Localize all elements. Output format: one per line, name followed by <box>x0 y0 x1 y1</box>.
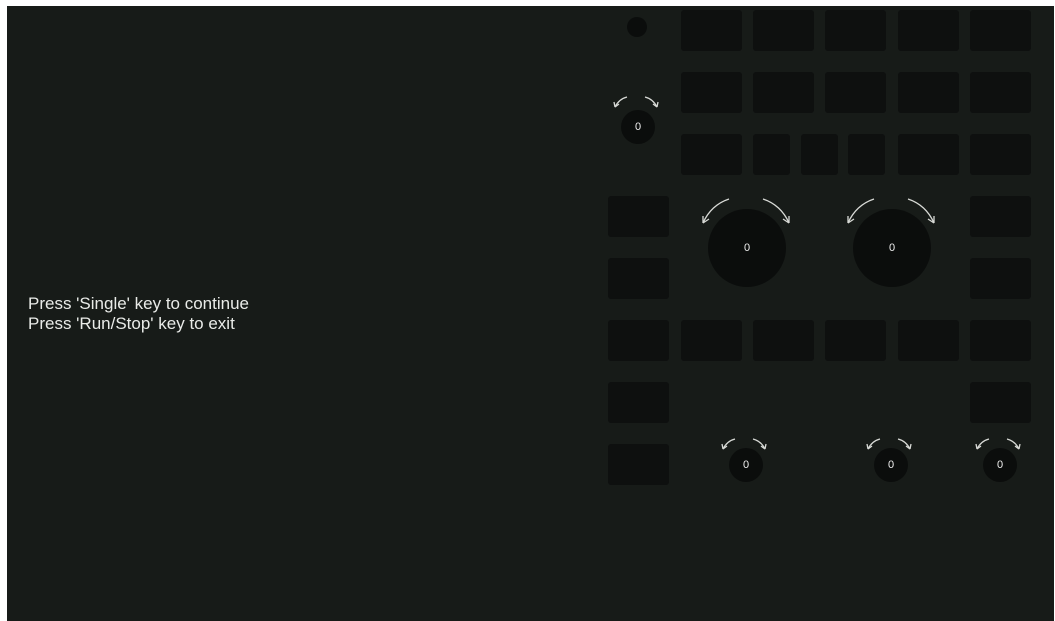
key-left-5[interactable] <box>608 444 669 485</box>
key-right-1[interactable] <box>970 196 1031 237</box>
key-r1-c5[interactable] <box>970 10 1031 51</box>
key-r1-c1[interactable] <box>681 10 742 51</box>
key-right-3[interactable] <box>970 320 1031 361</box>
key-r3-c1[interactable] <box>681 134 742 175</box>
key-left-4[interactable] <box>608 382 669 423</box>
instruction-exit: Press 'Run/Stop' key to exit <box>28 314 235 333</box>
key-r3-narrow-1[interactable] <box>753 134 790 175</box>
key-mid-2[interactable] <box>753 320 814 361</box>
key-mid-4[interactable] <box>898 320 959 361</box>
knob-large-right[interactable]: 0 <box>853 209 931 287</box>
key-right-2[interactable] <box>970 258 1031 299</box>
key-r2-c4[interactable] <box>898 72 959 113</box>
key-r2-c5[interactable] <box>970 72 1031 113</box>
knob-bottom-right[interactable]: 0 <box>983 448 1017 482</box>
key-r3-c5[interactable] <box>970 134 1031 175</box>
key-left-3[interactable] <box>608 320 669 361</box>
key-mid-1[interactable] <box>681 320 742 361</box>
key-r1-c4[interactable] <box>898 10 959 51</box>
key-mid-3[interactable] <box>825 320 886 361</box>
knob-top-small[interactable]: 0 <box>621 110 655 144</box>
screen: Press 'Single' key to continue Press 'Ru… <box>7 6 1054 621</box>
key-r1-c2[interactable] <box>753 10 814 51</box>
key-left-2[interactable] <box>608 258 669 299</box>
key-r3-narrow-3[interactable] <box>848 134 885 175</box>
key-r2-c3[interactable] <box>825 72 886 113</box>
key-r1-c3[interactable] <box>825 10 886 51</box>
knob-large-left[interactable]: 0 <box>708 209 786 287</box>
key-r3-narrow-2[interactable] <box>801 134 838 175</box>
instruction-continue: Press 'Single' key to continue <box>28 294 249 313</box>
key-left-1[interactable] <box>608 196 669 237</box>
knob-bottom-left[interactable]: 0 <box>729 448 763 482</box>
key-r2-c2[interactable] <box>753 72 814 113</box>
status-indicator <box>627 17 647 37</box>
key-r3-c4[interactable] <box>898 134 959 175</box>
key-right-4[interactable] <box>970 382 1031 423</box>
key-r2-c1[interactable] <box>681 72 742 113</box>
knob-bottom-middle[interactable]: 0 <box>874 448 908 482</box>
